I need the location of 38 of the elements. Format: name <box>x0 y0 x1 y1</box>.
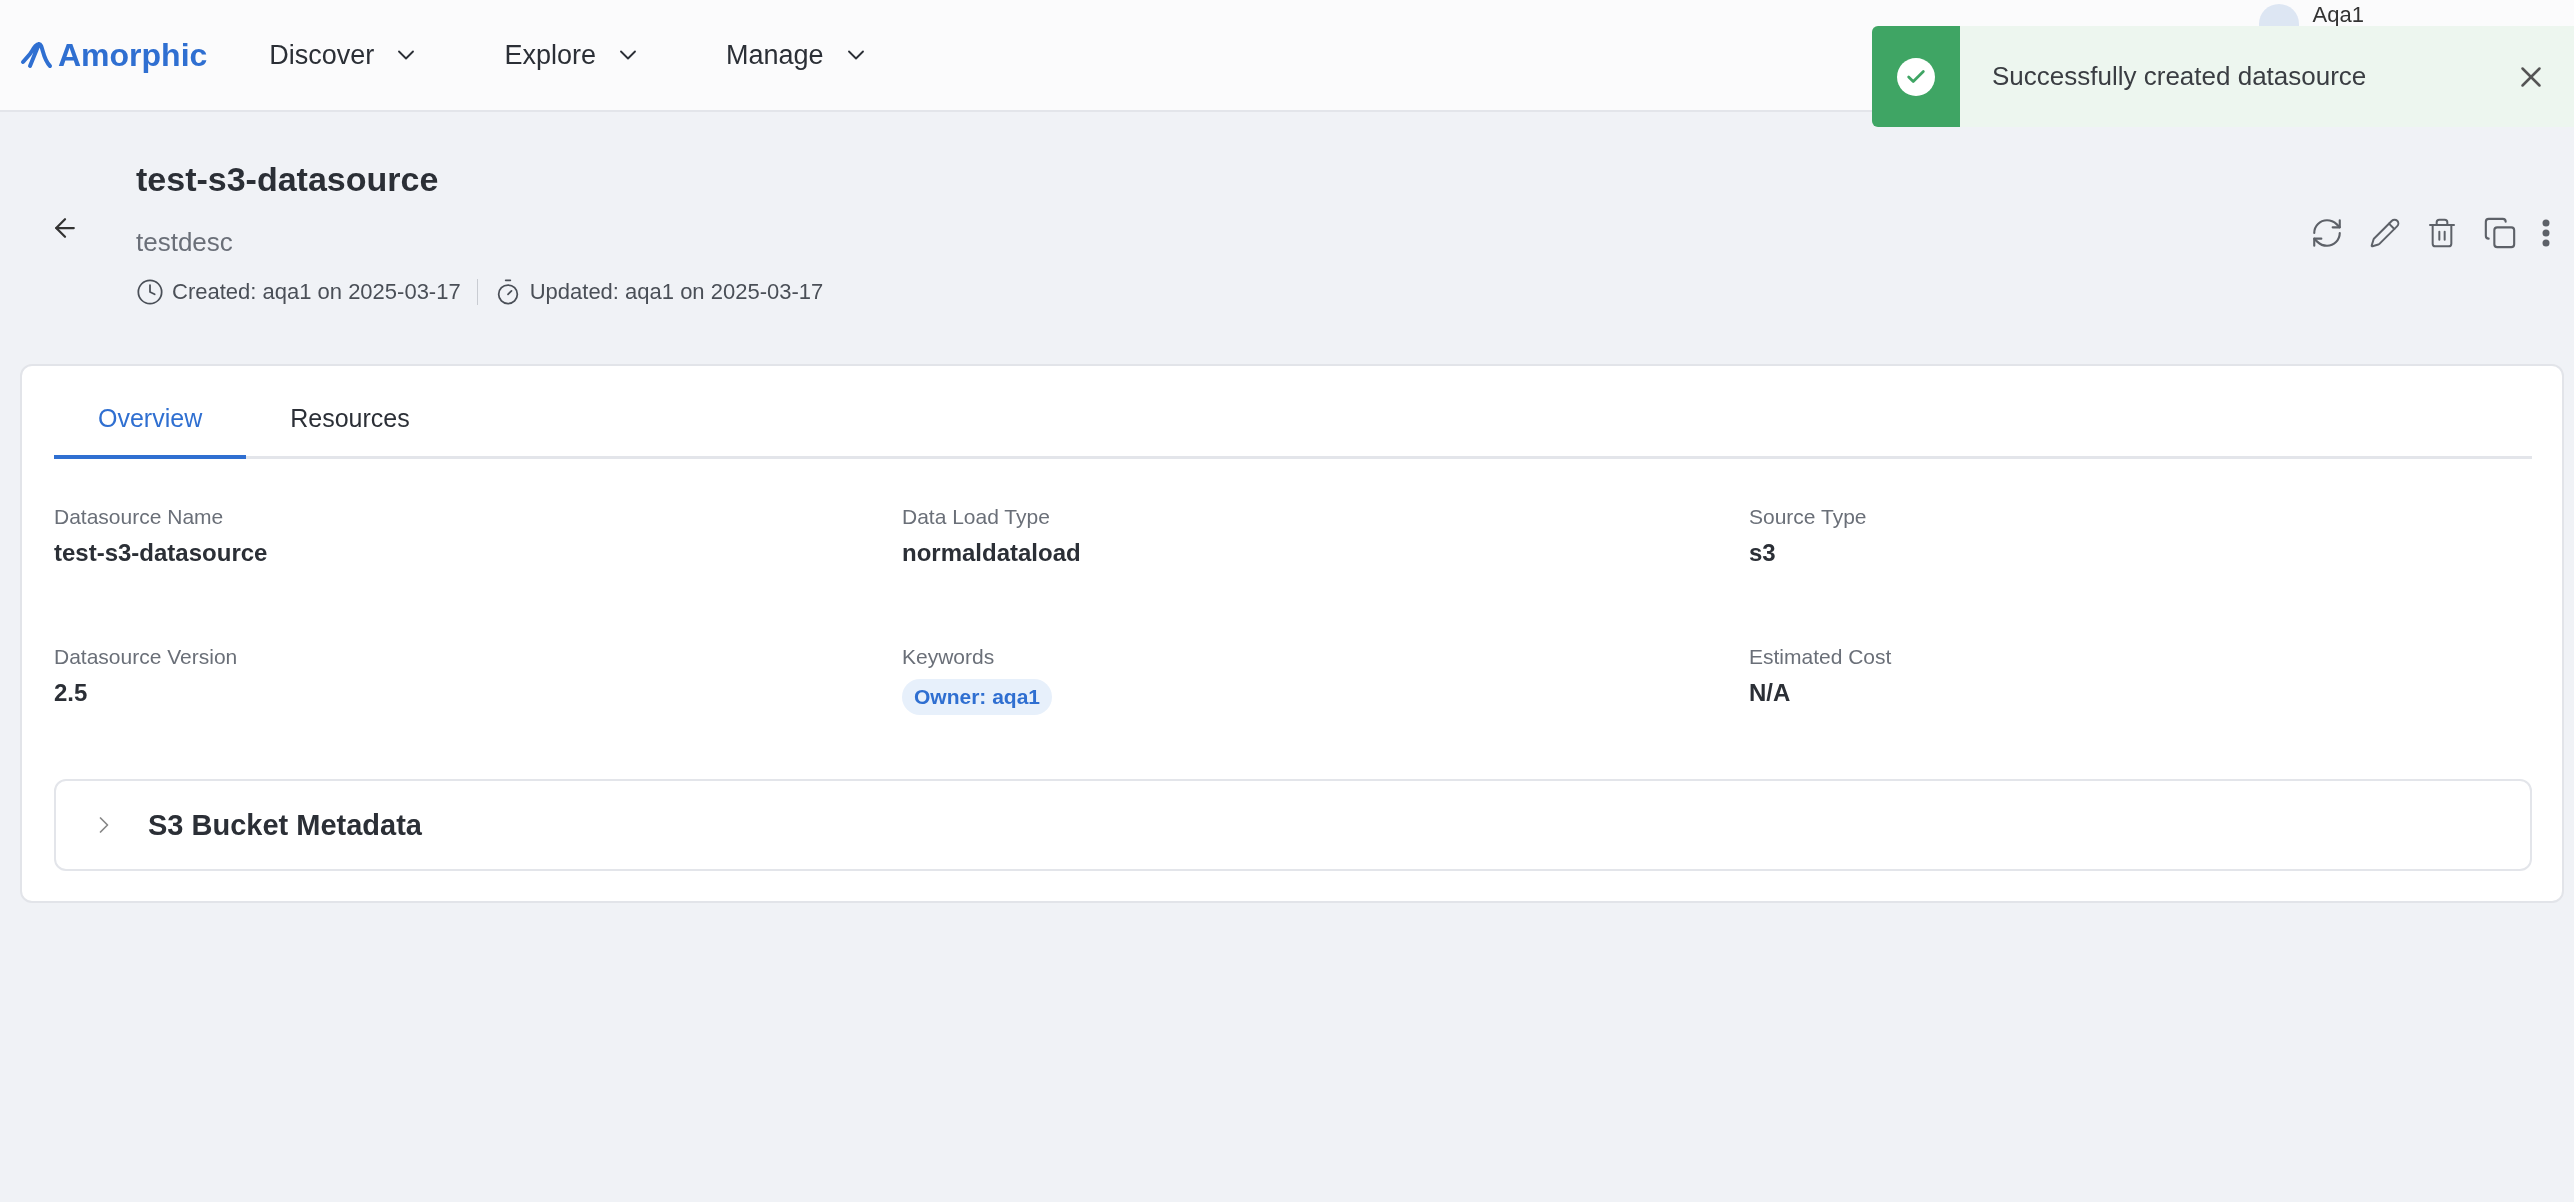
field-value: normaldataload <box>902 539 1082 567</box>
logo[interactable]: Amorphic <box>20 36 208 74</box>
more-icon <box>2542 219 2550 247</box>
page-title: test-s3-datasource <box>136 160 440 199</box>
clock-icon <box>136 278 164 306</box>
field-label: Datasource Version <box>54 645 239 669</box>
check-icon <box>1897 57 1935 96</box>
refresh-button[interactable] <box>2310 216 2344 250</box>
tab[interactable]: Resources <box>246 386 454 459</box>
nav-menu[interactable]: Manage <box>723 39 872 71</box>
refresh-icon <box>2310 216 2344 250</box>
nav-menu[interactable]: Explore <box>502 39 644 71</box>
field-value: 2.5 <box>54 679 89 707</box>
more-button[interactable] <box>2542 219 2550 247</box>
field-label: Datasource Name <box>54 505 225 529</box>
logo-text: Amorphic <box>58 36 208 74</box>
field-label: Keywords <box>902 645 996 669</box>
created-info: Created: aqa1 on 2025-03-17 <box>172 279 461 305</box>
nav-menu[interactable]: Discover <box>267 39 423 71</box>
accordion-header[interactable]: S3 Bucket Metadata <box>54 779 2532 871</box>
tab[interactable]: Overview <box>54 386 247 459</box>
delete-button[interactable] <box>2426 217 2458 249</box>
pencil-icon <box>2369 217 2401 249</box>
edit-button[interactable] <box>2369 217 2401 249</box>
description: testdesc <box>136 227 234 258</box>
field-label: Data Load Type <box>902 505 1051 529</box>
toast-message: Successfully created datasource <box>1992 61 2368 92</box>
copy-icon <box>2483 216 2517 250</box>
field-label: Source Type <box>1749 505 1868 529</box>
field-value: N/A <box>1749 679 1792 707</box>
keyword-tag: Owner: aqa1 <box>902 679 1053 715</box>
user-name: Aqa1 <box>2312 2 2364 28</box>
trash-icon <box>2426 217 2458 249</box>
copy-button[interactable] <box>2483 216 2517 250</box>
updated-info: Updated: aqa1 on 2025-03-17 <box>529 279 824 305</box>
field-value: test-s3-datasource <box>54 539 269 567</box>
field-label: Estimated Cost <box>1749 645 1893 669</box>
field-value: s3 <box>1749 539 1777 567</box>
